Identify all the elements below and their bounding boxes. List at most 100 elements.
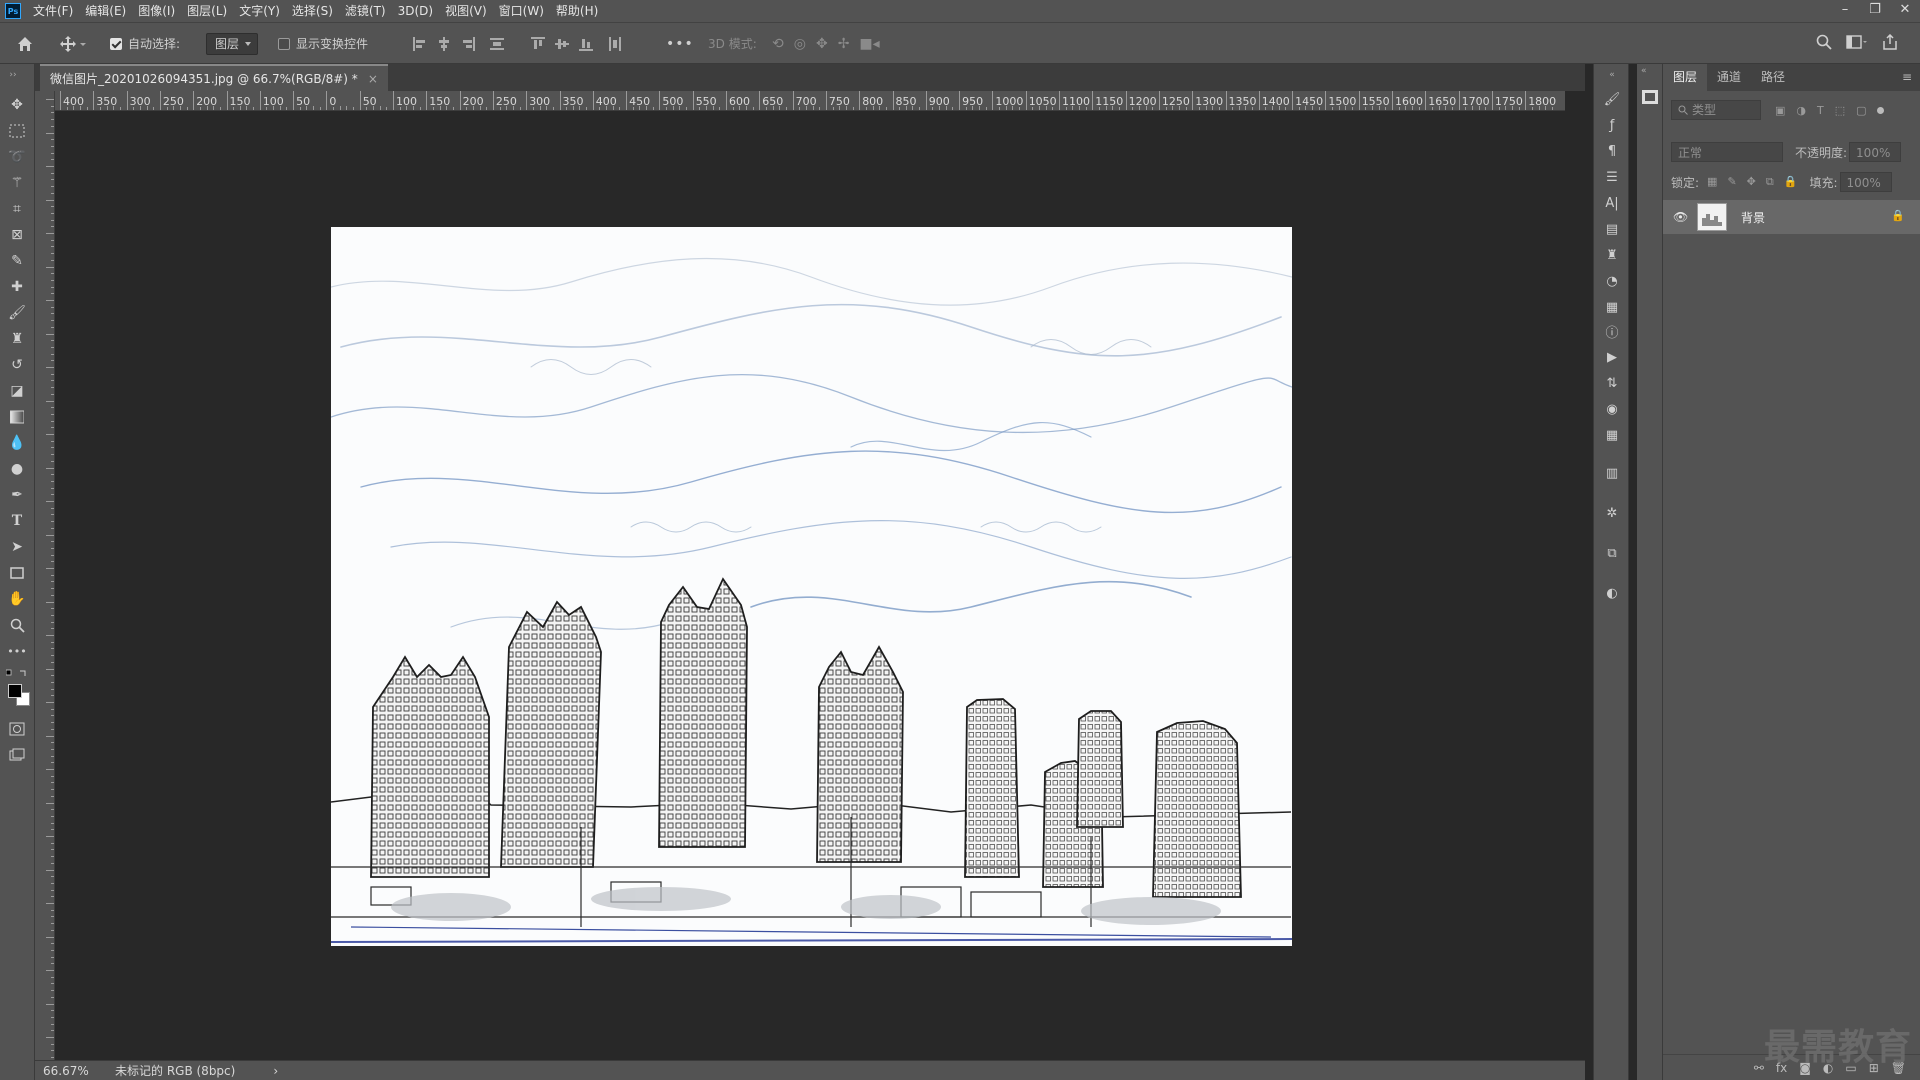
tab-paths[interactable]: 路径 — [1751, 64, 1795, 91]
history-icon[interactable]: ◔ — [1603, 272, 1621, 290]
search-icon[interactable] — [1816, 34, 1832, 54]
color-wheel-icon[interactable]: ◐ — [1603, 584, 1621, 602]
dodge-tool-icon[interactable]: ● — [8, 460, 26, 478]
foreground-color-swatch[interactable] — [8, 684, 22, 698]
filter-smart-object-icon[interactable]: ▢ — [1856, 104, 1866, 117]
workspace-icon[interactable] — [1846, 34, 1868, 54]
glyphs-icon[interactable]: ƒ — [1603, 116, 1621, 134]
close-button[interactable]: ✕ — [1890, 0, 1920, 22]
pen-tool-icon[interactable]: ✒ — [8, 486, 26, 504]
align-top-icon[interactable] — [531, 36, 545, 51]
auto-select-target-dropdown[interactable]: 图层 — [206, 32, 259, 55]
menu-image[interactable]: 图像(I) — [132, 0, 181, 22]
document-tab-close-icon[interactable]: × — [368, 72, 378, 86]
home-icon[interactable] — [16, 23, 34, 64]
3d-roll-icon[interactable]: ◎ — [794, 36, 806, 52]
character-icon[interactable]: A| — [1603, 194, 1621, 212]
link-layers-icon[interactable]: ⚯ — [1754, 1061, 1764, 1075]
actions-icon[interactable]: ▦ — [1603, 298, 1621, 316]
magic-wand-tool-icon[interactable]: ⚚ — [8, 174, 26, 192]
table-grid-icon[interactable]: ▦ — [1603, 426, 1621, 444]
eyedropper-tool-icon[interactable]: ✎ — [8, 252, 26, 270]
show-transform-checkbox[interactable] — [278, 37, 290, 50]
filter-pixel-icon[interactable]: ▣ — [1775, 104, 1785, 117]
dock-collapse-icon[interactable]: « — [1603, 66, 1621, 84]
menu-edit[interactable]: 编辑(E) — [79, 0, 132, 22]
menu-view[interactable]: 视图(V) — [439, 0, 493, 22]
tab-layers[interactable]: 图层 — [1663, 64, 1708, 91]
3d-panel-icon[interactable]: ◉ — [1603, 400, 1621, 418]
align-right-icon[interactable] — [461, 36, 475, 51]
share-icon[interactable] — [1882, 33, 1898, 54]
menu-file[interactable]: 文件(F) — [27, 0, 79, 22]
clone-stamp-tool-icon[interactable]: ♜ — [8, 330, 26, 348]
adjustments-icon[interactable]: ✲ — [1603, 504, 1621, 522]
align-vcenter-icon[interactable] — [555, 37, 569, 51]
menu-type[interactable]: 文字(Y) — [233, 0, 286, 22]
menu-layer[interactable]: 图层(L) — [181, 0, 233, 22]
play-action-icon[interactable]: ▶ — [1603, 348, 1621, 366]
layer-visibility-eye-icon[interactable]: 👁 — [1673, 210, 1688, 224]
blur-tool-icon[interactable]: 💧 — [8, 434, 26, 452]
zoom-level[interactable]: 66.67% — [43, 1064, 103, 1078]
lock-artboard-icon[interactable]: ⧉ — [1766, 175, 1774, 189]
eraser-tool-icon[interactable]: ◪ — [8, 382, 26, 400]
filter-shape-icon[interactable]: ⬚ — [1835, 104, 1845, 117]
distribute-horizontal-icon[interactable] — [608, 36, 622, 51]
notes-icon[interactable]: ▥ — [1603, 464, 1621, 482]
opacity-input[interactable]: 100% — [1849, 142, 1902, 162]
paragraph-icon[interactable]: ¶ — [1603, 142, 1621, 160]
lock-pixels-icon[interactable]: ✎ — [1727, 175, 1736, 189]
menu-window[interactable]: 窗口(W) — [493, 0, 550, 22]
crop-tool-icon[interactable]: ⌗ — [8, 200, 26, 218]
more-options-button[interactable]: ••• — [666, 23, 694, 64]
brush-tool-icon[interactable]: 🖌 — [8, 304, 26, 322]
filter-adjustment-icon[interactable]: ◑ — [1796, 104, 1806, 117]
3d-slide-icon[interactable]: ✢ — [838, 36, 850, 52]
lock-all-icon[interactable]: 🔒 — [1784, 175, 1798, 189]
brush-settings-icon[interactable]: 🖌 — [1603, 90, 1621, 108]
gradient-tool-icon[interactable] — [8, 408, 26, 426]
menu-filter[interactable]: 滤镜(T) — [339, 0, 392, 22]
dock2-collapse-icon[interactable]: « — [1641, 66, 1647, 76]
lasso-tool-icon[interactable]: ➰ — [8, 148, 26, 166]
document-tab[interactable]: 微信图片_20201026094351.jpg @ 66.7%(RGB/8#) … — [40, 64, 388, 91]
auto-select-checkbox[interactable] — [110, 37, 122, 50]
panel-collapse-icon[interactable]: ›› — [4, 66, 22, 84]
filter-type-icon[interactable]: T — [1817, 104, 1824, 117]
align-hcenter-icon[interactable] — [437, 36, 451, 51]
3d-orbit-icon[interactable]: ⟲ — [772, 36, 784, 52]
minimize-button[interactable]: – — [1830, 0, 1860, 22]
panel-menu-icon[interactable]: ≡ — [1902, 64, 1920, 91]
3d-scale-icon[interactable]: ■◂ — [859, 36, 879, 52]
marquee-tool-icon[interactable] — [8, 122, 26, 140]
rectangle-tool-icon[interactable] — [8, 564, 26, 582]
quick-mask-icon[interactable] — [8, 720, 26, 738]
timeline-icon[interactable]: ⇅ — [1603, 374, 1621, 392]
type-tool-icon[interactable]: T — [8, 512, 26, 530]
status-menu-arrow[interactable]: › — [273, 1064, 278, 1078]
align-left-icon[interactable] — [413, 36, 427, 51]
filter-toggle-icon[interactable] — [1876, 106, 1884, 114]
menu-3d[interactable]: 3D(D) — [392, 0, 439, 22]
move-tool-preset-icon[interactable] — [60, 23, 86, 64]
3d-pan-icon[interactable]: ✥ — [816, 36, 828, 52]
layer-row-background[interactable]: 👁 背景 🔒 — [1663, 200, 1920, 234]
info-icon[interactable]: ⓘ — [1603, 322, 1621, 341]
move-tool-icon[interactable]: ✥ — [8, 96, 26, 114]
path-selection-tool-icon[interactable]: ➤ — [8, 538, 26, 556]
frame-tool-icon[interactable]: ⊠ — [8, 226, 26, 244]
clone-source-icon[interactable]: ♜ — [1603, 246, 1621, 264]
edit-toolbar-icon[interactable]: ••• — [7, 642, 26, 660]
menu-help[interactable]: 帮助(H) — [550, 0, 604, 22]
navigator-icon[interactable]: ⧉ — [1603, 544, 1621, 562]
document-image[interactable] — [331, 227, 1292, 946]
screen-mode-icon[interactable] — [8, 746, 26, 764]
hand-tool-icon[interactable]: ✋ — [8, 590, 26, 608]
layer-name[interactable]: 背景 — [1741, 209, 1765, 226]
healing-brush-tool-icon[interactable]: ✚ — [8, 278, 26, 296]
menu-select[interactable]: 选择(S) — [286, 0, 339, 22]
tab-channels[interactable]: 通道 — [1707, 64, 1751, 91]
fill-input[interactable]: 100% — [1839, 172, 1892, 192]
blend-mode-dropdown[interactable]: 正常 — [1671, 142, 1783, 162]
